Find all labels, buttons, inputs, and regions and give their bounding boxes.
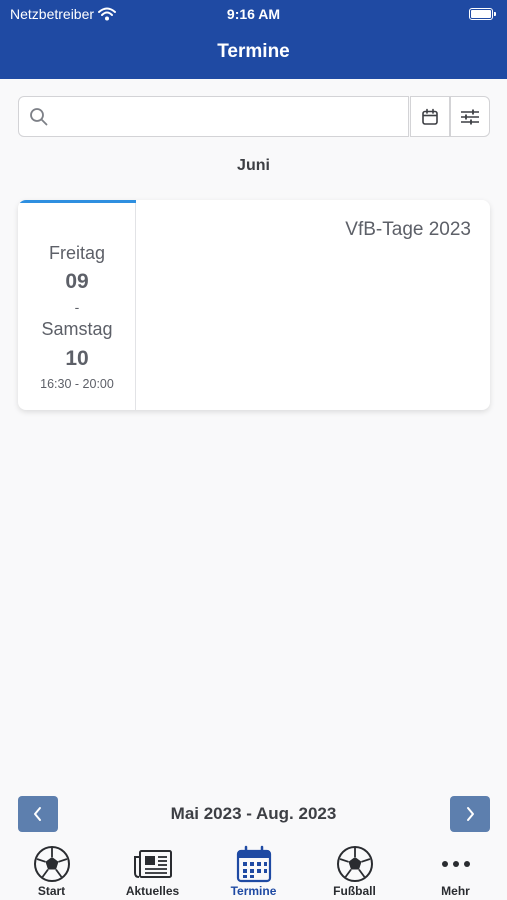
search-icon [30, 108, 48, 126]
date-accent-bar [18, 200, 136, 203]
tab-label-fussball: Fußball [333, 884, 376, 898]
soccer-ball-icon [32, 844, 72, 884]
soccer-ball-icon [335, 844, 375, 884]
event-date-column: Freitag 09 - Samstag 10 16:30 - 20:00 [18, 200, 136, 410]
tab-label-termine: Termine [230, 884, 277, 898]
tab-bar: Start Aktuelles Termine Fußball Mehr [0, 838, 507, 900]
event-card[interactable]: Freitag 09 - Samstag 10 16:30 - 20:00 Vf… [18, 200, 490, 410]
search-input[interactable] [61, 105, 401, 129]
search-field[interactable] [18, 96, 409, 137]
event-date-start: 09 [65, 270, 89, 293]
status-time: 9:16 AM [226, 6, 281, 22]
battery-icon [469, 8, 496, 20]
more-dots-icon [436, 844, 476, 884]
next-range-button[interactable] [450, 796, 490, 832]
tab-label-aktuelles: Aktuelles [125, 884, 180, 898]
app-header: Netzbetreiber 9:16 AM Termine [0, 0, 507, 79]
tab-fussball[interactable]: Fußball [304, 838, 405, 900]
tab-start[interactable]: Start [1, 838, 102, 900]
calendar-picker-button[interactable] [410, 96, 450, 137]
status-bar: Netzbetreiber 9:16 AM [0, 0, 507, 28]
event-date-end: 10 [65, 347, 89, 370]
month-heading: Juni [237, 157, 270, 174]
page-title: Termine [217, 41, 290, 62]
newspaper-icon [133, 844, 173, 884]
sliders-icon [461, 109, 479, 124]
date-range-label: Mai 2023 - Aug. 2023 [170, 804, 337, 823]
filter-button[interactable] [450, 96, 490, 137]
event-day-end: Samstag [41, 319, 113, 339]
tab-mehr[interactable]: Mehr [405, 838, 506, 900]
tab-termine[interactable]: Termine [203, 838, 304, 900]
event-day-start: Freitag [48, 243, 106, 263]
calendar-icon [234, 844, 274, 884]
tab-aktuelles[interactable]: Aktuelles [102, 838, 203, 900]
event-time-range: 16:30 - 20:00 [40, 377, 114, 391]
event-date-separator: - [74, 299, 80, 315]
calendar-icon [422, 108, 438, 125]
tab-label-start: Start [37, 884, 66, 898]
chevron-right-icon [467, 807, 474, 821]
tab-label-mehr: Mehr [441, 884, 470, 898]
event-title: VfB-Tage 2023 [345, 219, 471, 240]
